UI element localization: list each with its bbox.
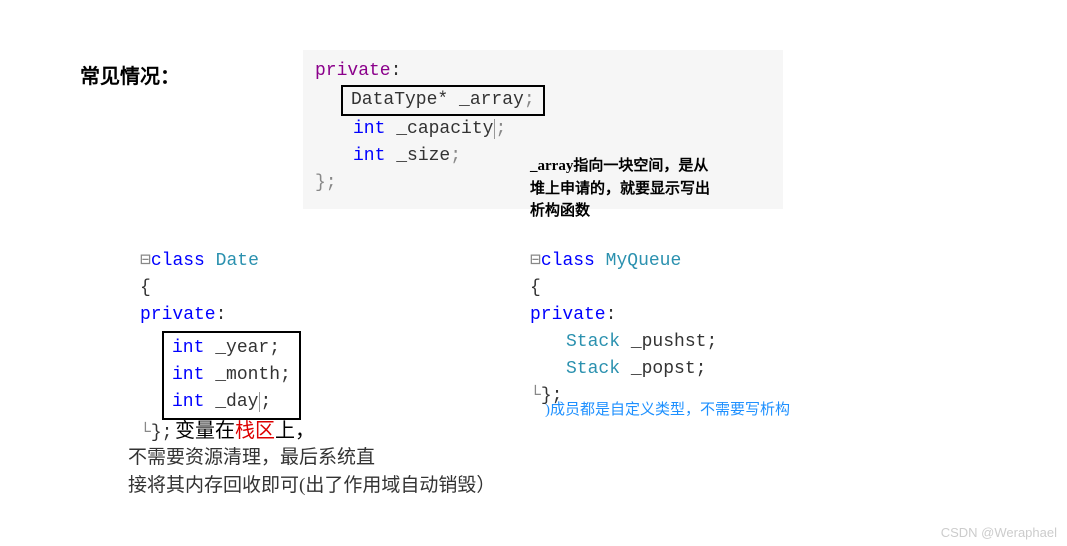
code-block-myqueue: ⊟class MyQueue { private: Stack _pushst;… bbox=[530, 248, 717, 410]
member-pushst: _pushst bbox=[631, 332, 707, 352]
colon: : bbox=[216, 305, 227, 325]
fold-marker: ⊟ bbox=[530, 251, 541, 271]
member-array: _array bbox=[459, 90, 524, 110]
member-capacity: _capacity bbox=[396, 119, 495, 139]
section-title: 常见情况： bbox=[80, 60, 180, 89]
semicolon: ; bbox=[269, 338, 280, 358]
type-int: int bbox=[172, 392, 204, 412]
member-year: _year bbox=[215, 338, 269, 358]
annotation-cleanup: 不需要资源清理，最后系统直 接将其内存回收即可(出了作用域自动销毁） bbox=[128, 444, 495, 499]
keyword-class: class bbox=[541, 251, 595, 271]
annot-line: 不需要资源清理，最后系统直 bbox=[128, 444, 495, 472]
watermark: CSDN @Weraphael bbox=[941, 525, 1057, 540]
annot-part: 上， bbox=[275, 420, 315, 442]
brace-open: { bbox=[530, 278, 541, 298]
keyword-private: private bbox=[315, 61, 391, 81]
brace-open: { bbox=[140, 278, 151, 298]
annotation-array-heap: _array指向一块空间，是从 堆上申请的，就要显示写出 析构函数 bbox=[530, 155, 710, 223]
member-day: _day bbox=[215, 392, 260, 412]
type-int: int bbox=[172, 365, 204, 385]
member-size: _size bbox=[396, 146, 450, 166]
semicolon: ; bbox=[706, 332, 717, 352]
semicolon: ; bbox=[495, 119, 506, 139]
brace-close: └ bbox=[140, 423, 151, 443]
class-name-date: Date bbox=[216, 251, 259, 271]
colon: : bbox=[391, 61, 402, 81]
annot-line: 接将其内存回收即可(出了作用域自动销毁） bbox=[128, 472, 495, 500]
colon: : bbox=[606, 305, 617, 325]
annot-part-red: 栈区 bbox=[235, 420, 275, 442]
semicolon: ; bbox=[696, 359, 707, 379]
highlighted-member-array: DataType* _array; bbox=[341, 85, 545, 116]
type-int: int bbox=[172, 338, 204, 358]
keyword-private: private bbox=[140, 305, 216, 325]
keyword-private: private bbox=[530, 305, 606, 325]
keyword-class: class bbox=[151, 251, 205, 271]
highlighted-members-date: int _year; int _month; int _day; bbox=[162, 331, 301, 420]
type-stack: Stack bbox=[566, 332, 620, 352]
annot-line: 堆上申请的，就要显示写出 bbox=[530, 178, 710, 201]
semicolon: ; bbox=[524, 90, 535, 110]
class-name-myqueue: MyQueue bbox=[606, 251, 682, 271]
semicolon: ; bbox=[260, 392, 271, 412]
fold-marker: ⊟ bbox=[140, 251, 151, 271]
type-int: int bbox=[353, 119, 385, 139]
brace-close: }; bbox=[315, 173, 337, 193]
type-int: int bbox=[353, 146, 385, 166]
annotation-stack-var: 变量在栈区上， bbox=[175, 414, 315, 443]
semicolon: ; bbox=[450, 146, 461, 166]
member-popst: _popst bbox=[631, 359, 696, 379]
annotation-custom-type: )成员都是自定义类型，不需要写析构 bbox=[545, 398, 790, 419]
annot-part: 变量在 bbox=[175, 420, 235, 442]
annot-line: 析构函数 bbox=[530, 200, 710, 223]
type-stack: Stack bbox=[566, 359, 620, 379]
type-datatype: DataType* bbox=[351, 90, 448, 110]
brace-close: └ bbox=[530, 386, 541, 406]
close-brace: }; bbox=[151, 423, 173, 443]
annot-line: _array指向一块空间，是从 bbox=[530, 155, 710, 178]
semicolon: ; bbox=[280, 365, 291, 385]
member-month: _month bbox=[215, 365, 280, 385]
